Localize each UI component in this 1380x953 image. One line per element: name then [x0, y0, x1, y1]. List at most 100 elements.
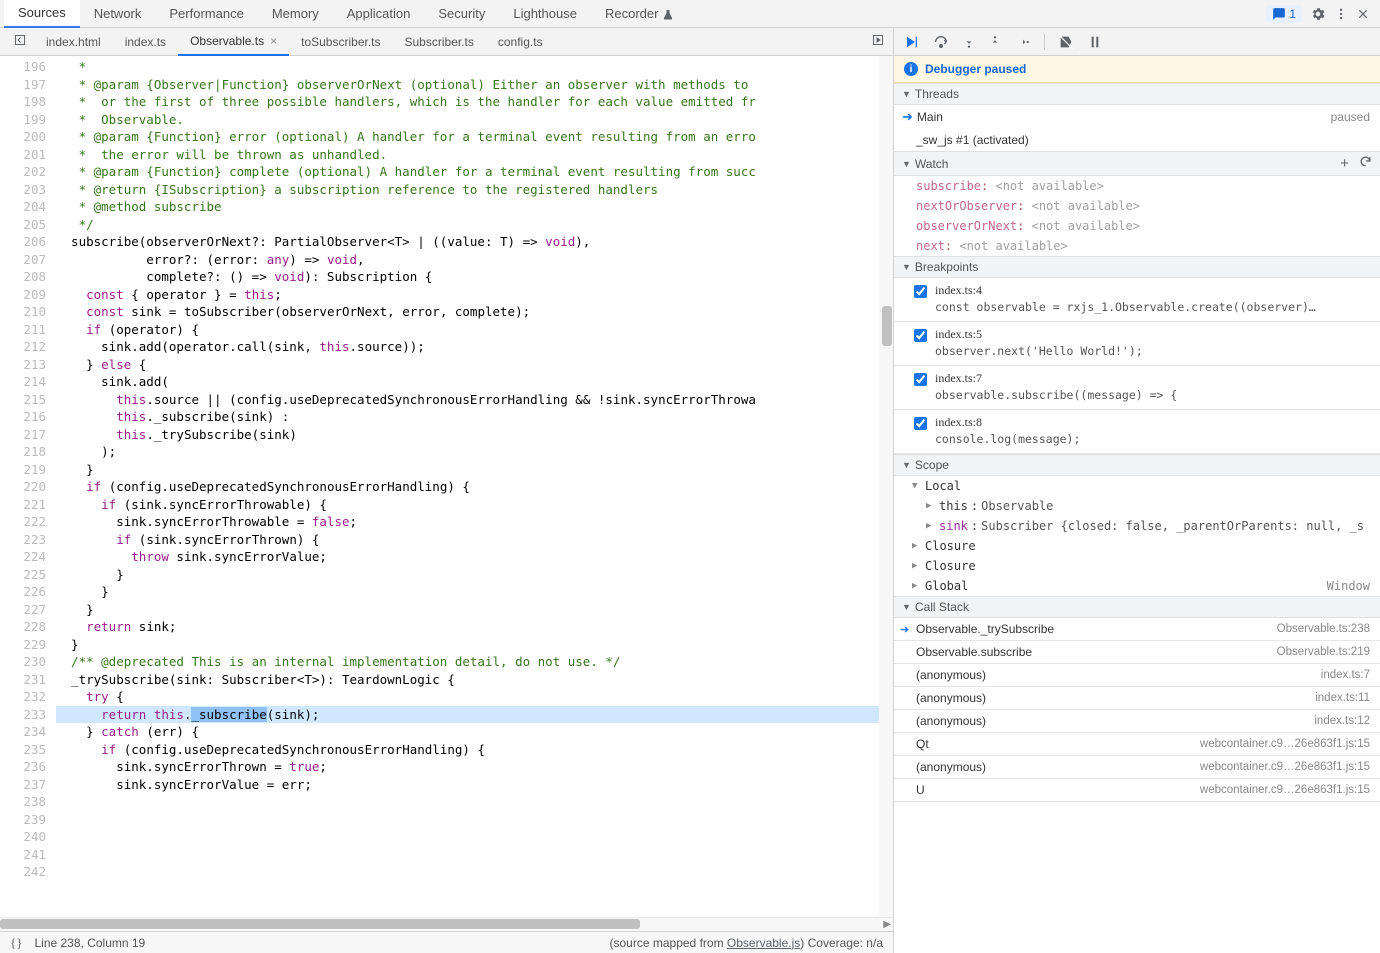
hscroll-thumb[interactable]: [0, 919, 640, 929]
source-map-info: (source mapped from Observable.js) Cover…: [610, 936, 883, 950]
disclosure-triangle-icon: ▼: [902, 460, 911, 470]
status-bar: {} Line 238, Column 19 (source mapped fr…: [0, 931, 893, 953]
step-icon[interactable]: [1014, 35, 1032, 49]
watch-header[interactable]: ▼ Watch +: [894, 151, 1380, 176]
debugger-pane: i Debugger paused ▼ Threads ➜Mainpaused_s…: [894, 28, 1380, 953]
issues-count: 1: [1289, 7, 1296, 21]
deactivate-breakpoints-icon[interactable]: [1057, 34, 1075, 50]
file-tab[interactable]: index.html: [34, 29, 113, 55]
watch-expression[interactable]: subscribe: <not available>: [894, 176, 1380, 196]
resume-icon[interactable]: [902, 34, 920, 50]
breakpoints-header[interactable]: ▼ Breakpoints: [894, 256, 1380, 278]
watch-expression[interactable]: nextOrObserver: <not available>: [894, 196, 1380, 216]
pretty-print-icon[interactable]: {}: [10, 935, 22, 951]
callstack-frame[interactable]: (anonymous)webcontainer.c9…26e863f1.js:1…: [894, 756, 1380, 778]
cursor-position: Line 238, Column 19: [34, 936, 145, 950]
watch-expression[interactable]: next: <not available>: [894, 236, 1380, 256]
scope-title: Scope: [915, 458, 949, 472]
scrollbar-thumb[interactable]: [882, 306, 892, 346]
breakpoint-item[interactable]: index.ts:7observable.subscribe((message)…: [894, 366, 1380, 409]
line-gutter: 1961971981992002012022032042052062072082…: [0, 56, 56, 917]
chat-icon: [1272, 7, 1286, 21]
scope-global[interactable]: ▶GlobalWindow: [894, 576, 1380, 596]
callstack-frame[interactable]: Qtwebcontainer.c9…26e863f1.js:15: [894, 733, 1380, 755]
disclosure-triangle-icon: ▼: [902, 602, 911, 612]
scope-header[interactable]: ▼ Scope: [894, 454, 1380, 476]
callstack-header[interactable]: ▼ Call Stack: [894, 596, 1380, 618]
callstack-frame[interactable]: (anonymous)index.ts:12: [894, 710, 1380, 732]
breakpoint-item[interactable]: index.ts:8console.log(message);: [894, 410, 1380, 453]
watch-expression[interactable]: observerOrNext: <not available>: [894, 216, 1380, 236]
threads-header[interactable]: ▼ Threads: [894, 83, 1380, 105]
disclosure-triangle-icon: ▼: [902, 89, 911, 99]
main-split: index.htmlindex.tsObservable.ts×toSubscr…: [0, 28, 1380, 953]
top-right-controls: 1: [1266, 5, 1380, 23]
file-tab[interactable]: Observable.ts×: [178, 28, 289, 56]
callstack-frame[interactable]: Uwebcontainer.c9…26e863f1.js:15: [894, 779, 1380, 801]
debug-toolbar: [894, 28, 1380, 56]
step-into-icon[interactable]: [962, 34, 976, 50]
issues-badge[interactable]: 1: [1266, 5, 1302, 23]
step-out-icon[interactable]: [988, 34, 1002, 50]
scope-closure[interactable]: ▶Closure: [894, 556, 1380, 576]
debugger-paused-banner: i Debugger paused: [894, 56, 1380, 83]
panel-tab-application[interactable]: Application: [333, 0, 425, 27]
step-over-icon[interactable]: [932, 34, 950, 50]
file-tab[interactable]: index.ts: [113, 29, 178, 55]
hscroll-right-arrow[interactable]: ▶: [883, 919, 891, 930]
close-tab-icon[interactable]: ×: [270, 34, 277, 48]
panel-tab-performance[interactable]: Performance: [155, 0, 257, 27]
file-tab[interactable]: Subscriber.ts: [393, 29, 486, 55]
breakpoint-checkbox[interactable]: [914, 373, 927, 386]
banner-text: Debugger paused: [925, 62, 1026, 76]
breakpoint-checkbox[interactable]: [914, 329, 927, 342]
current-thread-icon: ➜: [902, 109, 913, 125]
panel-tab-recorder[interactable]: Recorder: [591, 0, 688, 27]
refresh-icon[interactable]: [1359, 155, 1372, 168]
run-snippet-icon[interactable]: [863, 30, 893, 53]
panel-tab-lighthouse[interactable]: Lighthouse: [499, 0, 591, 27]
breakpoint-checkbox[interactable]: [914, 417, 927, 430]
panel-tab-memory[interactable]: Memory: [258, 0, 333, 27]
callstack-frame[interactable]: Observable._trySubscribeObservable.ts:23…: [894, 618, 1380, 640]
horizontal-scrollbar[interactable]: ▶: [0, 917, 893, 931]
info-icon: i: [904, 62, 918, 76]
code-editor[interactable]: 1961971981992002012022032042052062072082…: [0, 56, 893, 917]
vertical-scrollbar[interactable]: [879, 56, 893, 917]
callstack-frame[interactable]: Observable.subscribeObservable.ts:219: [894, 641, 1380, 663]
watch-title: Watch: [915, 157, 949, 171]
callstack-title: Call Stack: [915, 600, 969, 614]
breakpoint-item[interactable]: index.ts:5observer.next('Hello World!');: [894, 322, 1380, 365]
add-watch-icon[interactable]: +: [1340, 155, 1349, 172]
breakpoints-title: Breakpoints: [915, 260, 978, 274]
close-icon[interactable]: [1356, 7, 1370, 21]
panel-tab-security[interactable]: Security: [424, 0, 499, 27]
kebab-icon[interactable]: [1334, 6, 1348, 22]
code-content[interactable]: * * @param {Observer|Function} observerO…: [56, 56, 893, 917]
flask-icon: [662, 9, 674, 21]
file-tab[interactable]: toSubscriber.ts: [289, 29, 392, 55]
disclosure-triangle-icon: ▼: [902, 159, 911, 169]
scope-closure[interactable]: ▶Closure: [894, 536, 1380, 556]
file-tabs: index.htmlindex.tsObservable.ts×toSubscr…: [0, 28, 893, 56]
gear-icon[interactable]: [1310, 6, 1326, 22]
devtools-panel-tabs: SourcesNetworkPerformanceMemoryApplicati…: [0, 0, 1380, 28]
scope-this[interactable]: ▶this: Observable: [894, 496, 1380, 516]
scope-local[interactable]: ▼Local: [894, 476, 1380, 496]
panel-tab-network[interactable]: Network: [80, 0, 156, 27]
source-map-link[interactable]: Observable.js: [727, 936, 800, 950]
panel-tab-sources[interactable]: Sources: [4, 0, 80, 28]
thread-item[interactable]: _sw_js #1 (activated): [894, 129, 1380, 151]
disclosure-triangle-icon: ▼: [902, 262, 911, 272]
threads-title: Threads: [915, 87, 959, 101]
callstack-frame[interactable]: (anonymous)index.ts:11: [894, 687, 1380, 709]
file-tab[interactable]: config.ts: [486, 29, 555, 55]
thread-item[interactable]: ➜Mainpaused: [894, 105, 1380, 129]
breakpoint-item[interactable]: index.ts:4const observable = rxjs_1.Obse…: [894, 278, 1380, 321]
breakpoint-checkbox[interactable]: [914, 285, 927, 298]
callstack-frame[interactable]: (anonymous)index.ts:7: [894, 664, 1380, 686]
pause-exceptions-icon[interactable]: [1087, 34, 1103, 50]
scope-sink[interactable]: ▶sink: Subscriber {closed: false, _paren…: [894, 516, 1380, 536]
editor-pane: index.htmlindex.tsObservable.ts×toSubscr…: [0, 28, 894, 953]
nav-back-icon[interactable]: [6, 30, 34, 53]
